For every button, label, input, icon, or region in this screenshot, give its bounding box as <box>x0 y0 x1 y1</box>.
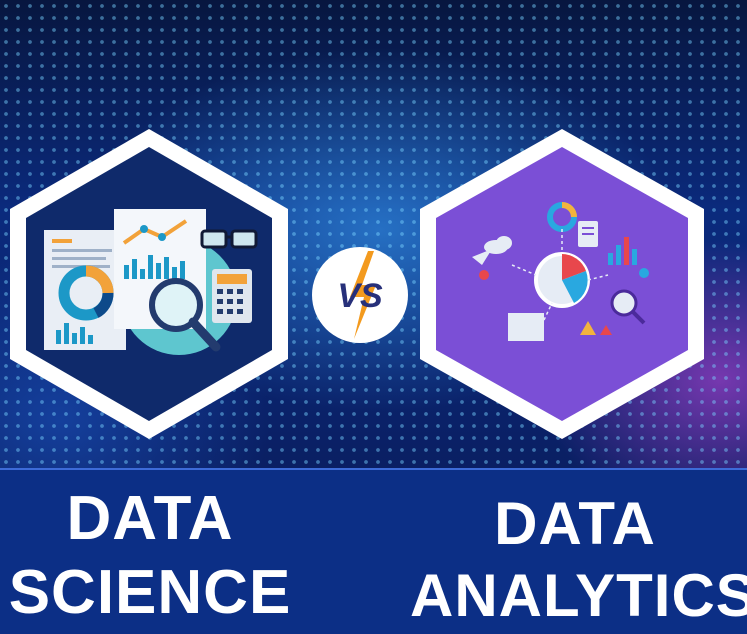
data-analytics-title: DATA ANALYTICS <box>410 490 747 629</box>
data-science-title: DATA SCIENCE <box>0 488 300 624</box>
data-analytics-hexagon <box>412 125 712 443</box>
calculator-icon <box>212 269 252 323</box>
banner: VS DATA SCIENCE DATA ANALYTICS <box>0 0 747 634</box>
pie-chart-icon <box>534 252 590 308</box>
data-science-line1: DATA <box>66 484 234 553</box>
document-icon <box>508 313 544 341</box>
data-science-hexagon <box>4 125 294 443</box>
data-analytics-line1: DATA <box>494 490 656 557</box>
clipboard-icon <box>578 221 598 247</box>
vs-badge: VS <box>310 245 410 345</box>
data-science-line2: SCIENCE <box>8 558 292 627</box>
vs-text: VS <box>337 277 383 315</box>
data-analytics-line2: ANALYTICS <box>410 562 747 629</box>
